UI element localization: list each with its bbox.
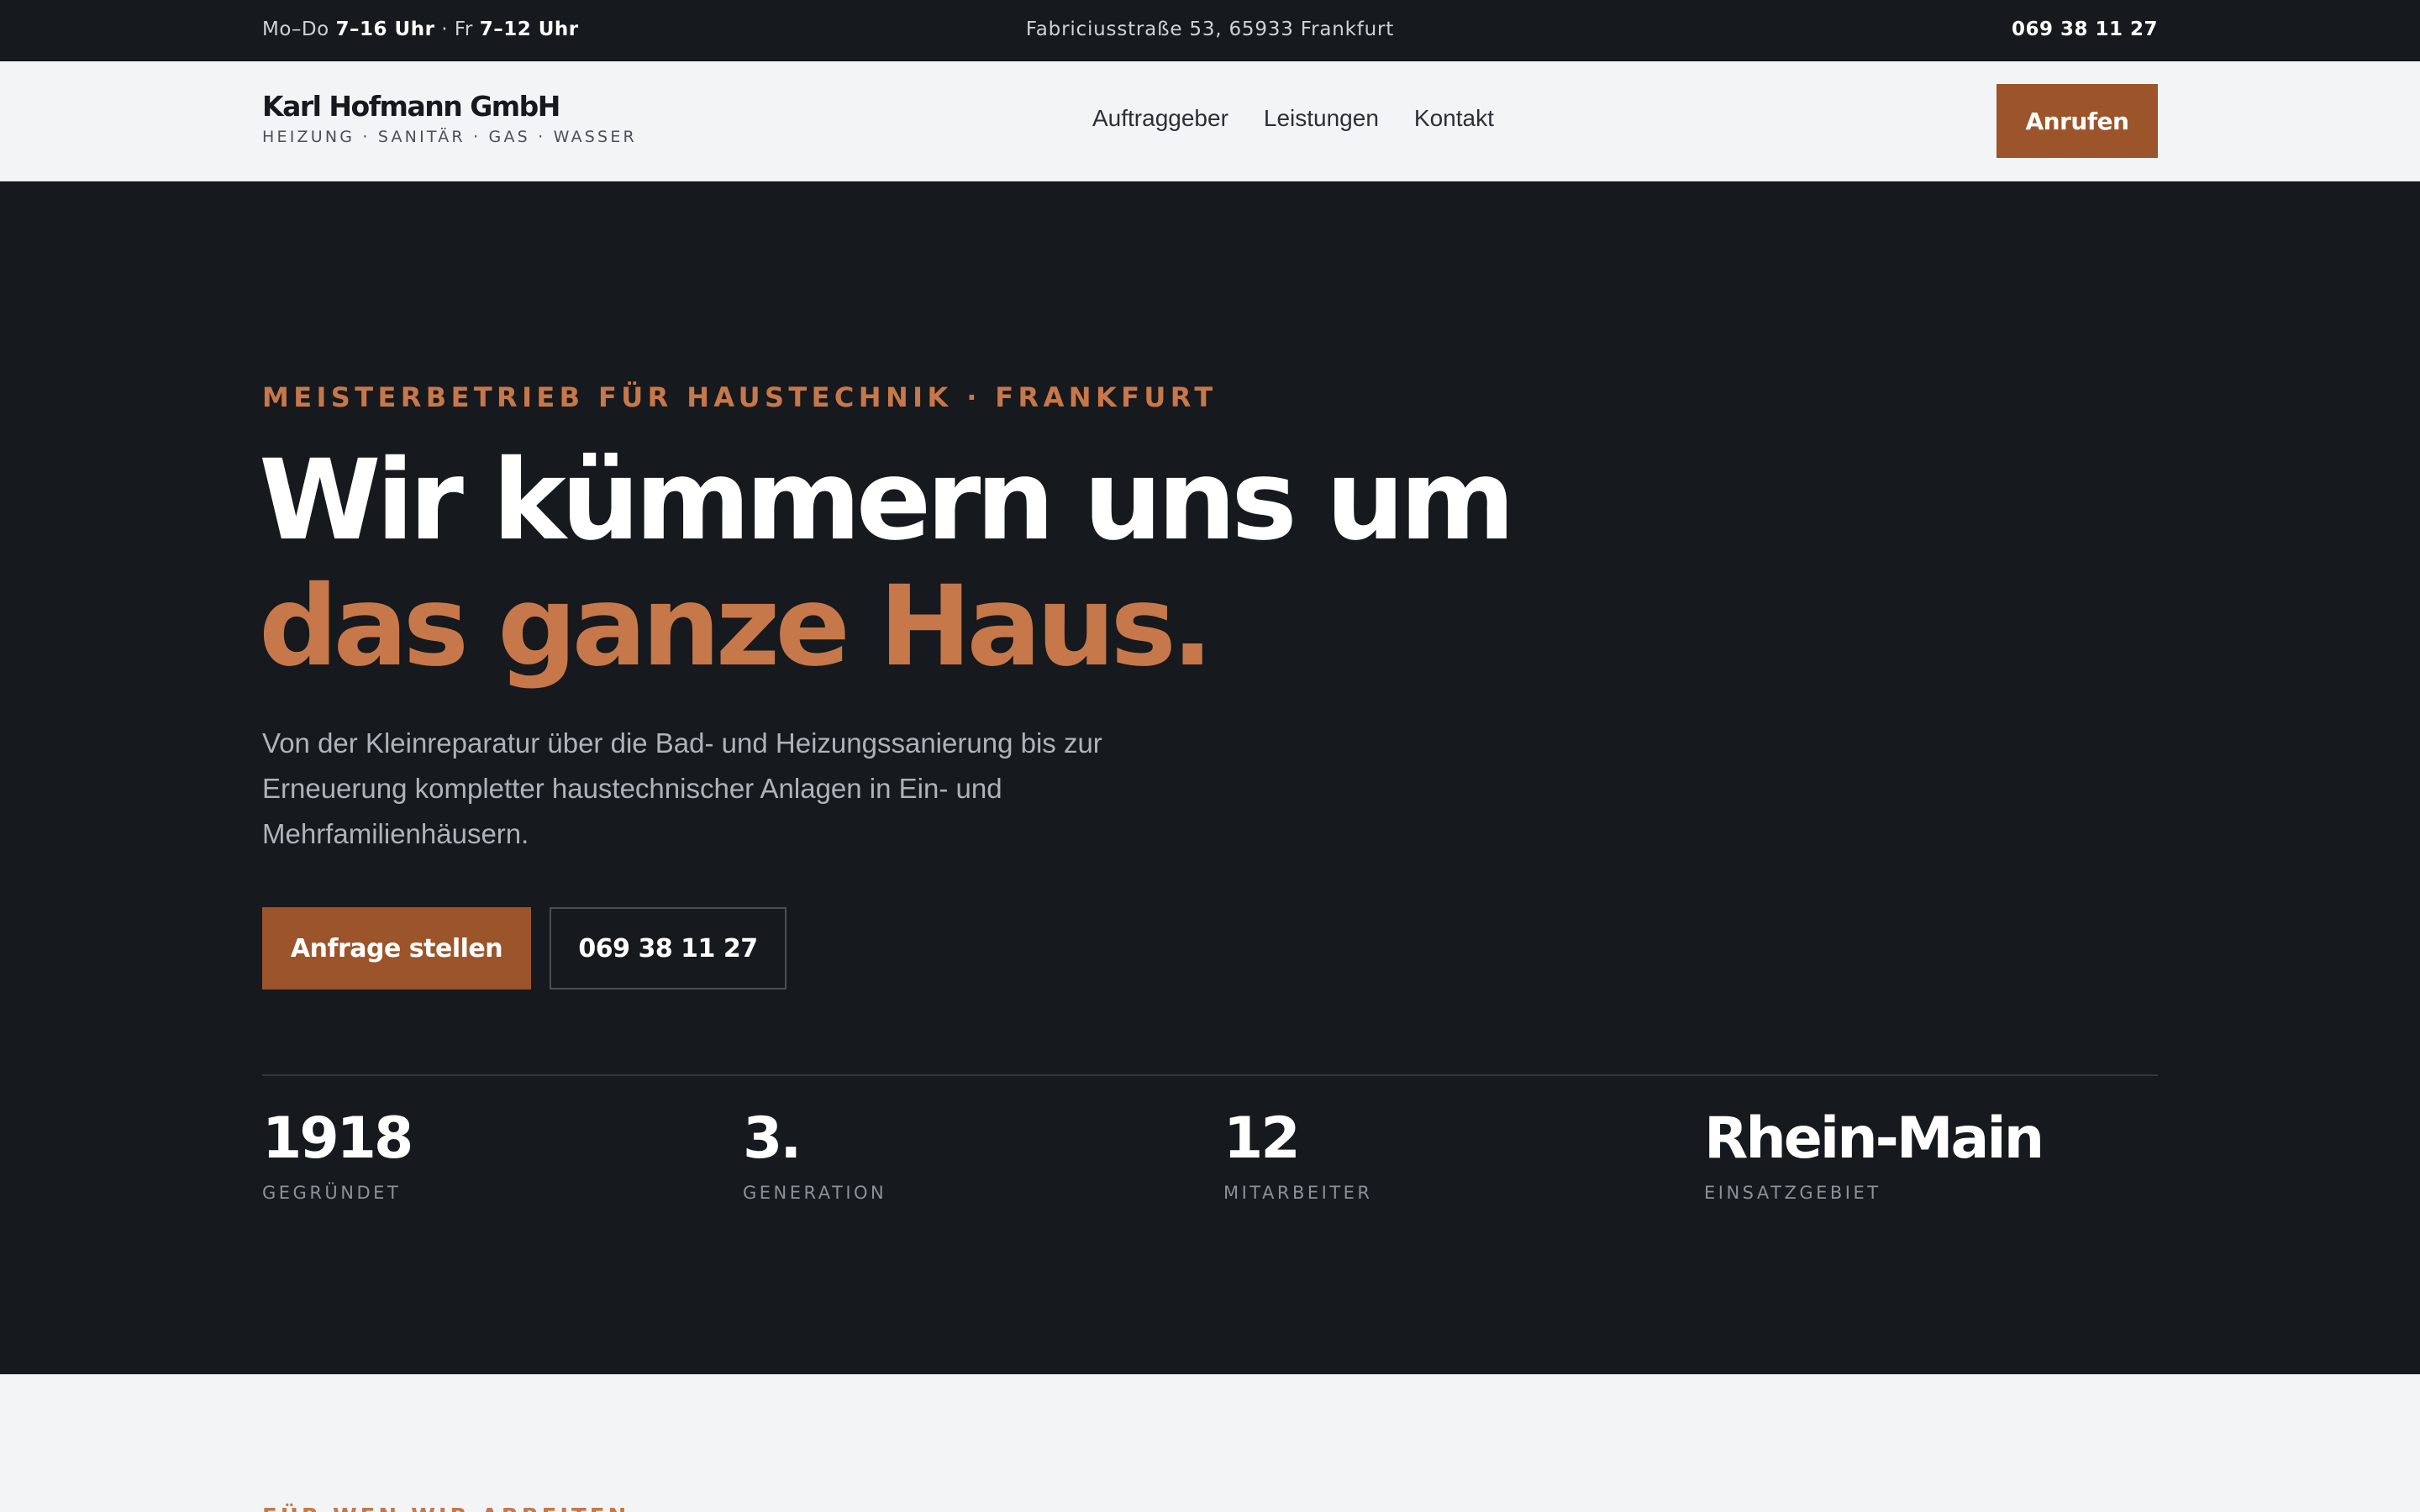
hero-description: Von der Kleinreparatur über die Bad- und… bbox=[262, 727, 1102, 849]
request-button[interactable]: Anfrage stellen bbox=[262, 907, 531, 990]
headline-line-2: das ganze Haus. bbox=[259, 562, 1213, 691]
nav-item-auftraggeber[interactable]: Auftraggeber bbox=[1092, 105, 1228, 132]
main-header: Karl Hofmann GmbH HEIZUNG · SANITÄR · GA… bbox=[0, 61, 2420, 181]
stats-divider bbox=[262, 1074, 2158, 1076]
topbar-phone-link[interactable]: 069 38 11 27 bbox=[2012, 18, 2158, 40]
hero-eyebrow: MEISTERBETRIEB FÜR HAUSTECHNIK · FRANKFU… bbox=[262, 381, 1218, 413]
nav-item-kontakt[interactable]: Kontakt bbox=[1414, 105, 1494, 132]
brand-tagline: HEIZUNG · SANITÄR · GAS · WASSER bbox=[262, 128, 637, 146]
stat-value: 1918 bbox=[262, 1105, 413, 1172]
brand-name: Karl Hofmann GmbH bbox=[262, 90, 560, 123]
nav-item-leistungen[interactable]: Leistungen bbox=[1264, 105, 1379, 132]
stat-label: GEGRÜNDET bbox=[262, 1183, 402, 1203]
section-eyebrow: FÜR WEN WIR ARBEITEN bbox=[262, 1504, 629, 1512]
phone-button[interactable]: 069 38 11 27 bbox=[550, 907, 786, 990]
stat-label: GENERATION bbox=[743, 1183, 887, 1203]
stat-employees: 12 MITARBEITER bbox=[1223, 1105, 1373, 1203]
stat-label: EINSATZGEBIET bbox=[1704, 1183, 1881, 1203]
top-info-bar: Mo–Do 7–16 Uhr · Fr 7–12 Uhr Fabriciusst… bbox=[0, 0, 2420, 61]
stat-region: Rhein-Main EINSATZGEBIET bbox=[1704, 1105, 2044, 1203]
stat-generation: 3. GENERATION bbox=[743, 1105, 886, 1203]
stat-value: Rhein-Main bbox=[1704, 1105, 2044, 1172]
stat-founded: 1918 GEGRÜNDET bbox=[262, 1105, 413, 1203]
main-nav: Auftraggeber Leistungen Kontakt bbox=[1092, 105, 1494, 132]
stat-label: MITARBEITER bbox=[1223, 1183, 1373, 1203]
stat-value: 3. bbox=[743, 1105, 802, 1172]
clients-section: FÜR WEN WIR ARBEITEN bbox=[0, 1374, 2420, 1512]
hero-section: MEISTERBETRIEB FÜR HAUSTECHNIK · FRANKFU… bbox=[0, 181, 2420, 1374]
brand-logo[interactable]: Karl Hofmann GmbH HEIZUNG · SANITÄR · GA… bbox=[262, 90, 637, 146]
call-button[interactable]: Anrufen bbox=[1996, 84, 2158, 158]
hero-headline: Wir kümmern uns um das ganze Haus. bbox=[259, 436, 1515, 691]
headline-line-1: Wir kümmern uns um bbox=[259, 436, 1515, 565]
stat-value: 12 bbox=[1223, 1105, 1301, 1172]
